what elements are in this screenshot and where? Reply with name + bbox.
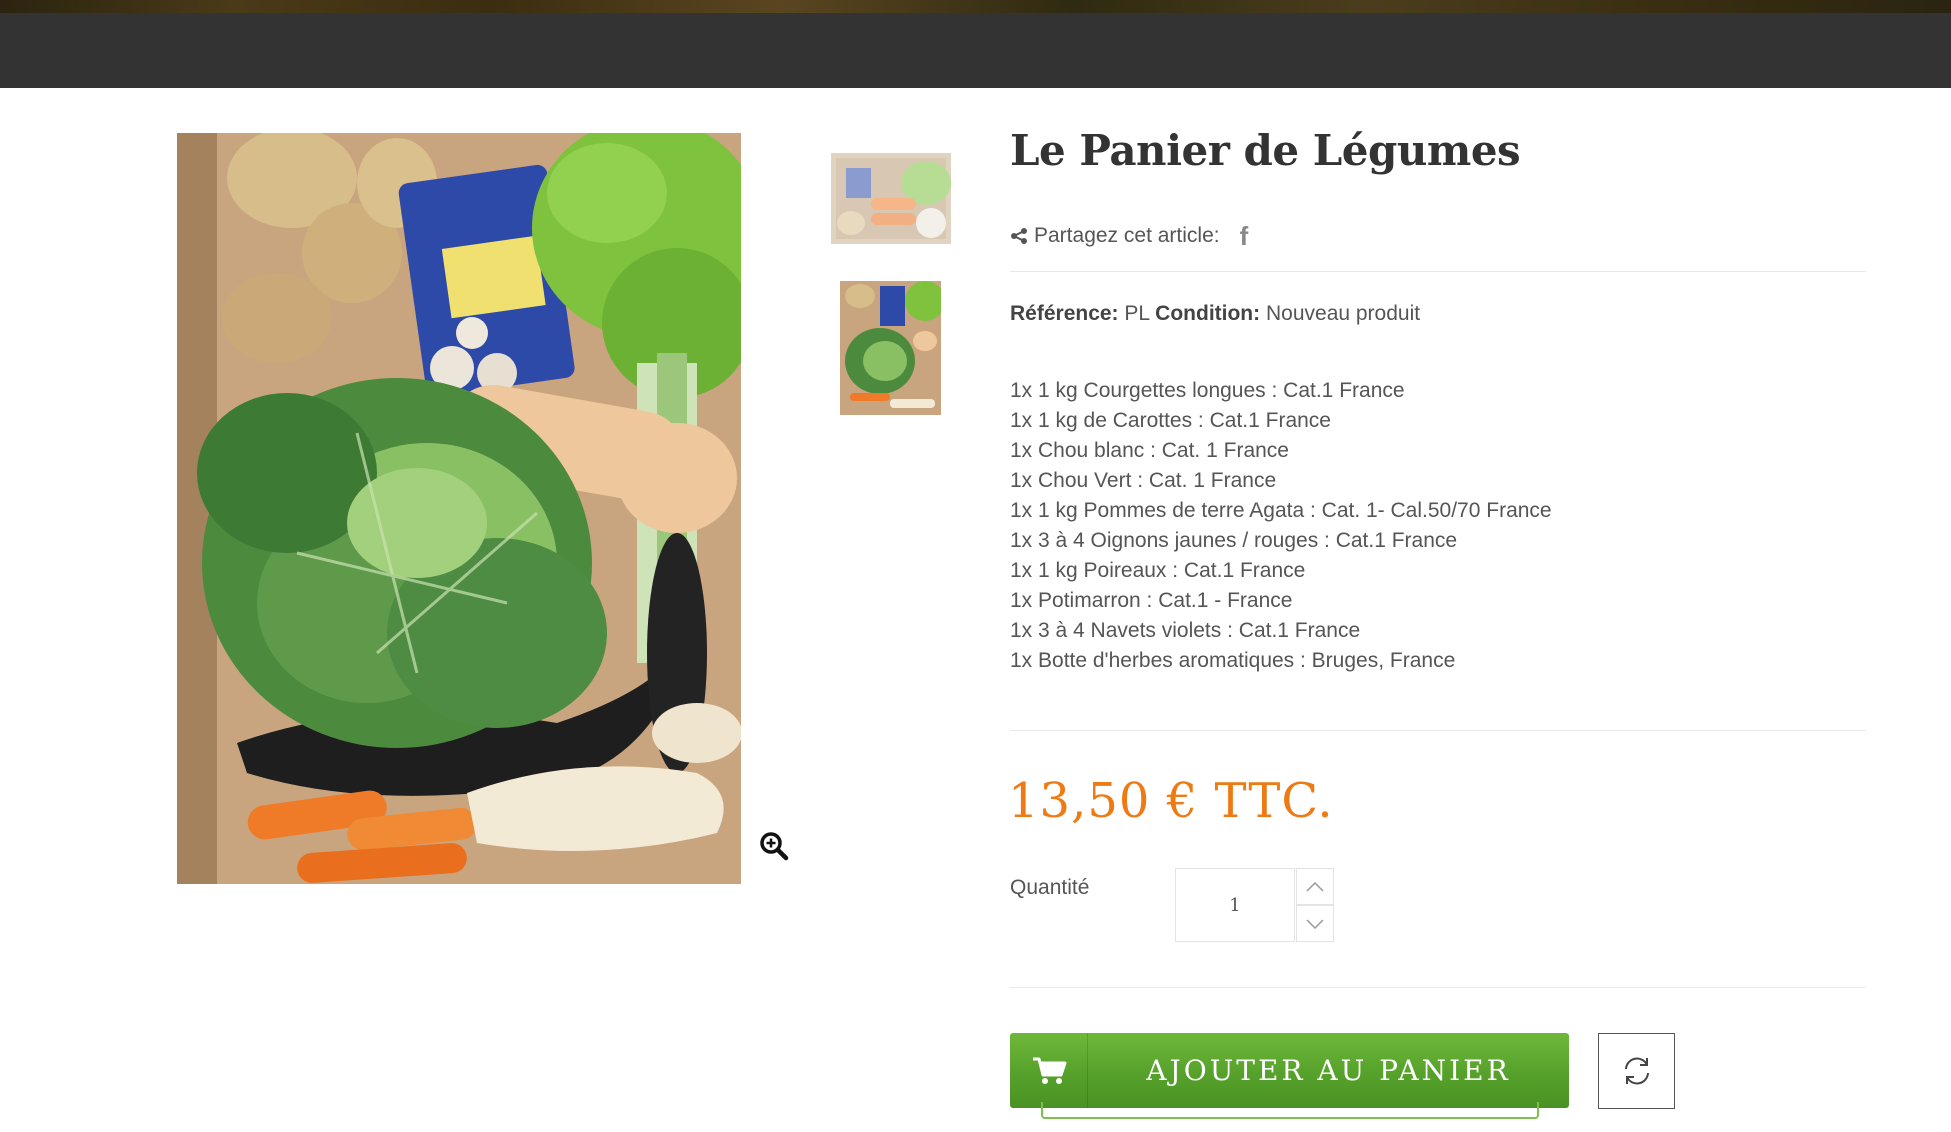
thumbnail-picture — [831, 153, 951, 244]
cart-icon — [1010, 1033, 1088, 1108]
share-label: Partagez cet article: — [1034, 224, 1220, 247]
quantity-input[interactable] — [1175, 868, 1295, 942]
description-line: 1x 3 à 4 Oignons jaunes / rouges : Cat.1… — [1010, 529, 1458, 552]
description-line: 1x 1 kg Courgettes longues : Cat.1 Franc… — [1010, 379, 1405, 402]
share-icon — [1010, 227, 1028, 245]
refresh-button[interactable] — [1598, 1033, 1675, 1109]
description-line: 1x 1 kg de Carottes : Cat.1 France — [1010, 409, 1331, 432]
product-main-image[interactable] — [177, 133, 741, 884]
divider — [1010, 730, 1866, 731]
quantity-label: Quantité — [1010, 876, 1090, 899]
button-shadow-outline — [1041, 1102, 1539, 1119]
product-price: 13,50 € TTC. — [1008, 773, 1334, 829]
hero-image-strip — [0, 0, 1951, 13]
description-line: 1x 3 à 4 Navets violets : Cat.1 France — [1010, 619, 1361, 642]
share-row: Partagez cet article: f — [1010, 221, 1249, 252]
reference-label: Référence: — [1010, 302, 1119, 325]
vegetable-basket-picture — [177, 133, 741, 884]
chevron-up-icon — [1306, 881, 1324, 892]
divider — [1010, 271, 1866, 272]
description-line: 1x 1 kg Poireaux : Cat.1 France — [1010, 559, 1306, 582]
quantity-decrease-button[interactable] — [1296, 905, 1334, 942]
reference-condition-row: Référence: PL Condition: Nouveau produit — [1010, 302, 1420, 326]
top-navigation-bar — [0, 13, 1951, 88]
description-line: 1x Botte d'herbes aromatiques : Bruges, … — [1010, 649, 1456, 672]
description-line: 1x Chou Vert : Cat. 1 France — [1010, 469, 1277, 492]
description-line: 1x 1 kg Pommes de terre Agata : Cat. 1- … — [1010, 499, 1552, 522]
product-thumbnail-1[interactable] — [831, 153, 951, 244]
reference-value: PL — [1124, 302, 1150, 325]
product-title: Le Panier de Légumes — [1010, 126, 1521, 175]
refresh-icon — [1624, 1057, 1649, 1085]
facebook-icon[interactable]: f — [1240, 221, 1249, 252]
description-line: 1x Potimarron : Cat.1 - France — [1010, 589, 1293, 612]
condition-label: Condition: — [1155, 302, 1261, 325]
chevron-down-icon — [1306, 918, 1324, 929]
quantity-increase-button[interactable] — [1296, 868, 1334, 905]
divider — [1010, 987, 1866, 988]
product-thumbnail-2[interactable] — [840, 281, 941, 415]
condition-value: Nouveau produit — [1265, 302, 1421, 325]
add-to-cart-label: AJOUTER AU PANIER — [1146, 1054, 1511, 1087]
thumbnail-picture — [840, 281, 941, 415]
product-description: 1x 1 kg Courgettes longues : Cat.1 Franc… — [1010, 376, 1860, 676]
zoom-in-icon[interactable] — [759, 831, 789, 861]
description-line: 1x Chou blanc : Cat. 1 France — [1010, 439, 1289, 462]
add-to-cart-button[interactable]: AJOUTER AU PANIER — [1010, 1033, 1569, 1108]
